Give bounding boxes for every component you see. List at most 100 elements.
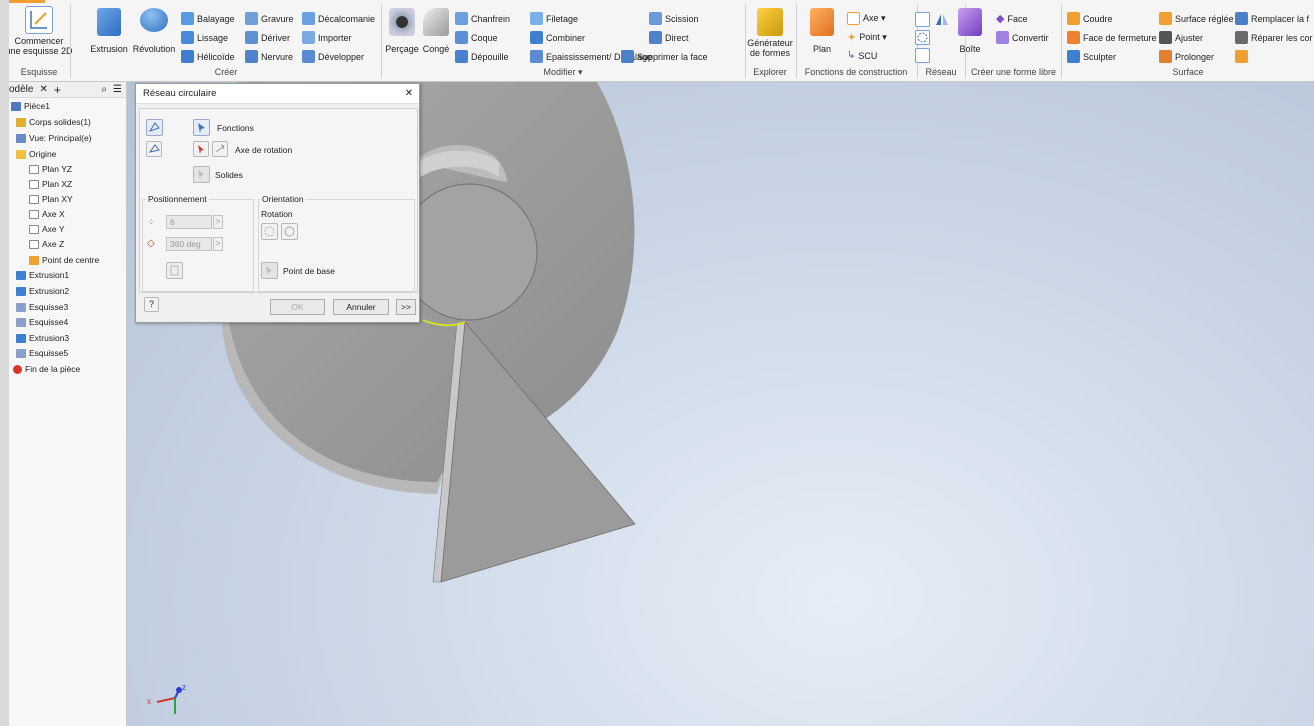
help-button[interactable]: ? [144,297,159,312]
coque-button[interactable]: Coque [455,31,498,44]
sculpter-button[interactable]: Sculpter [1067,50,1116,63]
browser-item[interactable]: Corps solides(1) [16,117,91,127]
axis-selector-button[interactable] [193,141,209,157]
browser-item[interactable]: Extrusion3 [16,333,69,343]
extrusion-label: Extrusion [90,44,128,54]
ruled-surface-icon [1159,12,1172,25]
face-button[interactable]: ◆ Face [996,12,1027,25]
browser-item[interactable]: Origine [16,149,56,159]
reparer-button[interactable]: Réparer les cor [1235,31,1313,44]
conge-button[interactable]: Congé [419,8,453,54]
combine-icon [530,31,543,44]
hub-circle[interactable] [400,183,538,321]
boite-button[interactable]: Boîte [954,8,986,54]
search-icon[interactable]: ⌕ [101,84,107,95]
occurrence-angle-arrow[interactable]: > [213,237,223,251]
generateur-formes-button[interactable]: Générateur de formes [745,8,795,58]
base-point-selector[interactable] [261,262,278,279]
occurrence-count-arrow[interactable]: > [213,215,223,229]
deriver-button[interactable]: Dériver [245,31,290,44]
browser-item[interactable]: Extrusion1 [16,270,69,280]
dialog-close-icon[interactable]: ✕ [405,88,413,99]
nervure-button[interactable]: Nervure [245,50,293,63]
direct-button[interactable]: Direct [649,31,689,44]
coudre-button[interactable]: Coudre [1067,12,1113,25]
solids-selector-button[interactable] [193,166,210,183]
circular-pattern-icon[interactable] [915,30,930,45]
pattern-solids-mode-button[interactable] [146,141,162,157]
revolution-label: Révolution [132,44,176,54]
flip-axis-button[interactable] [212,141,228,157]
balayage-button[interactable]: Balayage [181,12,235,25]
close-icon[interactable]: ✕ [39,84,47,95]
sketch-icon [25,6,53,34]
point-button[interactable]: ✦ Point ▾ [847,31,887,44]
face-fermeture-button[interactable]: Face de fermeture [1067,31,1157,44]
remplacer-face-button[interactable]: Remplacer la f [1235,12,1309,25]
browser-item[interactable]: Extrusion2 [16,286,69,296]
browser-item[interactable]: Pièce1 [11,101,50,111]
midplane-button[interactable] [166,262,183,279]
browser-item[interactable]: Esquisse3 [16,302,68,312]
menu-icon[interactable]: ☰ [113,84,122,95]
group-label-modifier[interactable]: Modifier ▾ [381,67,745,78]
decalcomanie-button[interactable]: Décalcomanie [302,12,375,25]
mirror-icon[interactable] [934,12,949,27]
browser-item[interactable]: Point de centre [29,255,99,265]
unwrap-icon [302,50,315,63]
ok-button[interactable]: OK [270,299,325,315]
sketch-driven-pattern-icon[interactable] [915,48,930,63]
browser-item[interactable]: Fin de la pièce [13,364,80,374]
chanfrein-button[interactable]: Chanfrein [455,12,510,25]
scission-button[interactable]: Scission [649,12,699,25]
sketch-icon [16,302,26,312]
extrusion-button[interactable]: Extrusion [87,8,131,54]
dialog-title: Réseau circulaire [143,88,217,99]
revolution-button[interactable]: Révolution [131,8,177,54]
cancel-button[interactable]: Annuler [333,299,389,315]
browser-item[interactable]: Axe X [29,209,65,219]
fit-mesh-icon[interactable] [1235,50,1248,63]
browser-item[interactable]: Vue: Principal(e) [16,133,92,143]
surface-reglee-button[interactable]: Surface réglée [1159,12,1234,25]
supprimer-face-button[interactable]: Supprimer la face [621,50,708,63]
scu-button[interactable]: ↳ SCU [847,50,877,61]
browser-item[interactable]: Axe Z [29,239,64,249]
browser-item[interactable]: Esquisse5 [16,348,68,358]
more-options-button[interactable]: >> [396,299,416,315]
features-selector-button[interactable] [193,119,210,136]
plan-button[interactable]: Plan [805,8,839,54]
fixed-orientation-button[interactable] [281,223,298,240]
browser-item[interactable]: Axe Y [29,224,65,234]
start-sketch-button[interactable]: Commencer une esquisse 2D [9,6,73,56]
occurrence-count-field[interactable]: 6 [166,215,212,229]
filetage-button[interactable]: Filetage [530,12,578,25]
browser-item[interactable]: Plan XY [29,194,73,204]
combiner-button[interactable]: Combiner [530,31,585,44]
helicoide-button[interactable]: Hélicoïde [181,50,235,63]
percage-button[interactable]: Perçage [385,8,419,54]
rectangular-pattern-icon[interactable] [915,12,930,27]
depouille-button[interactable]: Dépouille [455,50,509,63]
pattern-features-mode-button[interactable] [146,119,163,136]
gravure-button[interactable]: Gravure [245,12,294,25]
lissage-button[interactable]: Lissage [181,31,228,44]
dialog-title-bar[interactable]: Réseau circulaire ✕ [136,84,419,104]
axe-button[interactable]: Axe ▾ [847,12,886,25]
point-label: Point ▾ [859,32,887,42]
ajuster-label: Ajuster [1175,32,1204,43]
prolonger-button[interactable]: Prolonger [1159,50,1214,63]
add-icon[interactable]: + [54,83,61,97]
developper-button[interactable]: Développer [302,50,364,63]
ajuster-button[interactable]: Ajuster [1159,31,1203,44]
convertir-button[interactable]: Convertir [996,31,1049,44]
importer-button[interactable]: Importer [302,31,352,44]
browser-item[interactable]: Esquisse4 [16,317,68,327]
percage-label: Perçage [385,44,419,54]
rotation-orientation-button[interactable] [261,223,278,240]
browser-tab-label[interactable]: odèle [9,84,33,95]
view-triad[interactable]: x z [147,683,186,714]
occurrence-angle-field[interactable]: 360 deg [166,237,212,251]
browser-item[interactable]: Plan YZ [29,164,72,174]
browser-item[interactable]: Plan XZ [29,179,72,189]
